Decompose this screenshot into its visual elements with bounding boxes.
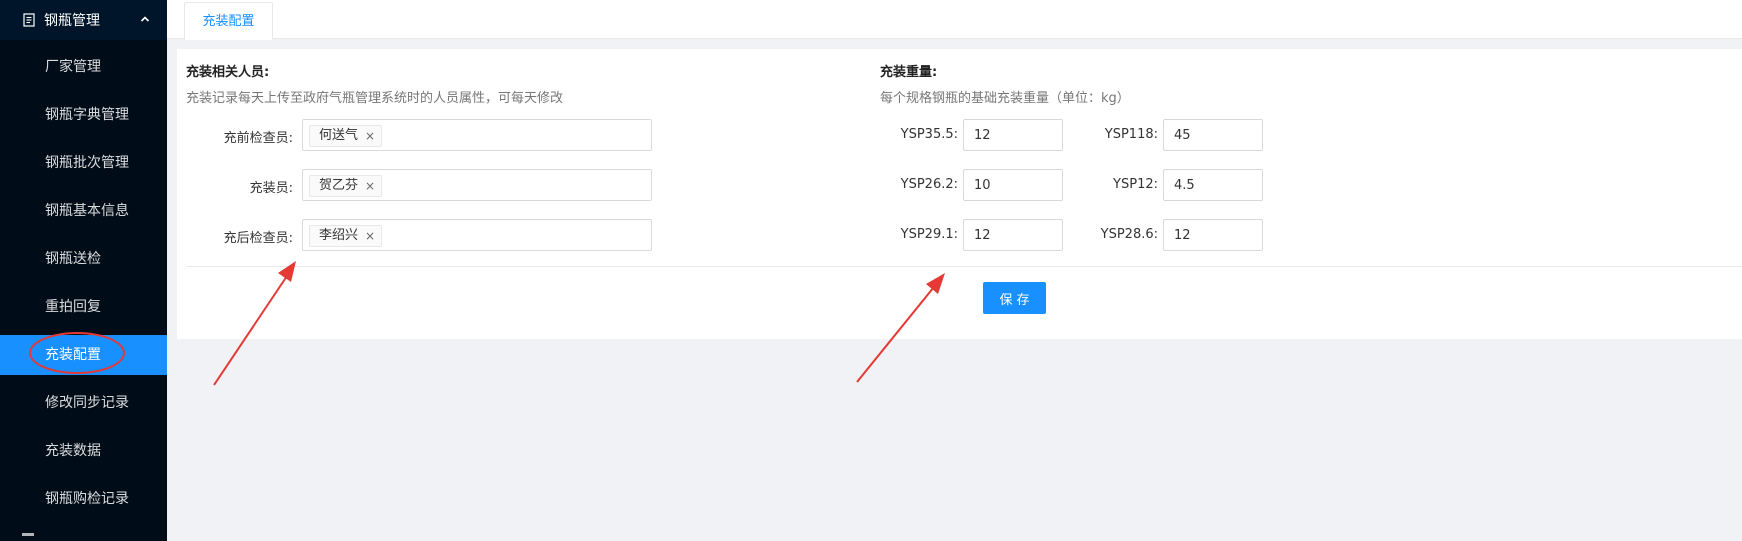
tag-label: 贺乙芬 bbox=[319, 178, 359, 193]
tab-bar: 充装配置 bbox=[167, 0, 1742, 40]
sidebar-section-header[interactable]: 钢瓶管理 bbox=[0, 0, 167, 40]
ysp118-label: YSP118: bbox=[1104, 127, 1158, 142]
post-fill-inspector-select[interactable]: 李绍兴 × bbox=[302, 219, 652, 251]
filler-label: 充装员: bbox=[249, 181, 293, 196]
tag-label: 李绍兴 bbox=[319, 228, 359, 243]
ysp35-5-input[interactable] bbox=[963, 119, 1063, 151]
sidebar-item-manufacturer[interactable]: 厂家管理 bbox=[0, 47, 167, 87]
sidebar-item-filling-data[interactable]: 充装数据 bbox=[0, 431, 167, 471]
sidebar-item-reshoot-reply[interactable]: 重拍回复 bbox=[0, 287, 167, 327]
sidebar-item-filling-config[interactable]: 充装配置 bbox=[0, 332, 167, 375]
post-fill-inspector-label: 充后检查员: bbox=[223, 231, 293, 246]
sidebar-item-cylinder-dictionary[interactable]: 钢瓶字典管理 bbox=[0, 95, 167, 135]
pre-fill-inspector-label: 充前检查员: bbox=[223, 131, 293, 146]
personnel-section-title: 充装相关人员: bbox=[186, 65, 270, 80]
sidebar-next-section-icon bbox=[22, 533, 34, 536]
sidebar-item-cylinder-info[interactable]: 钢瓶基本信息 bbox=[0, 191, 167, 231]
pre-fill-inspector-select[interactable]: 何送气 × bbox=[302, 119, 652, 151]
sidebar-section-title: 钢瓶管理 bbox=[44, 13, 100, 29]
filler-select[interactable]: 贺乙芬 × bbox=[302, 169, 652, 201]
selected-tag: 何送气 × bbox=[309, 125, 383, 147]
weight-section-title: 充装重量: bbox=[880, 65, 938, 80]
remove-tag-icon[interactable]: × bbox=[365, 130, 375, 142]
ysp12-input[interactable] bbox=[1163, 169, 1263, 201]
sidebar-item-sync-records[interactable]: 修改同步记录 bbox=[0, 383, 167, 423]
annotation-circle bbox=[29, 332, 125, 374]
ysp12-label: YSP12: bbox=[1113, 177, 1158, 192]
ysp29-1-input[interactable] bbox=[963, 219, 1063, 251]
ysp26-2-input[interactable] bbox=[963, 169, 1063, 201]
form-divider bbox=[187, 266, 1742, 267]
selected-tag: 李绍兴 × bbox=[309, 225, 383, 247]
remove-tag-icon[interactable]: × bbox=[365, 230, 375, 242]
ysp28-6-input[interactable] bbox=[1163, 219, 1263, 251]
sidebar-submenu: 厂家管理 钢瓶字典管理 钢瓶批次管理 钢瓶基本信息 钢瓶送检 重拍回复 充装配置… bbox=[0, 40, 167, 541]
sidebar-item-cylinder-batch[interactable]: 钢瓶批次管理 bbox=[0, 143, 167, 183]
config-card: 充装相关人员: 充装记录每天上传至政府气瓶管理系统时的人员属性，可每天修改 充前… bbox=[177, 49, 1742, 339]
save-button[interactable]: 保存 bbox=[983, 282, 1046, 314]
remove-tag-icon[interactable]: × bbox=[365, 180, 375, 192]
personnel-section-description: 充装记录每天上传至政府气瓶管理系统时的人员属性，可每天修改 bbox=[186, 91, 564, 106]
tab-filling-config[interactable]: 充装配置 bbox=[184, 2, 273, 40]
sidebar-item-cylinder-inspection[interactable]: 钢瓶送检 bbox=[0, 239, 167, 279]
ysp29-1-label: YSP29.1: bbox=[900, 227, 958, 242]
sidebar: 钢瓶管理 厂家管理 钢瓶字典管理 钢瓶批次管理 钢瓶基本信息 钢瓶送检 重拍回复… bbox=[0, 0, 167, 541]
selected-tag: 贺乙芬 × bbox=[309, 175, 383, 197]
sidebar-item-purchase-inspection[interactable]: 钢瓶购检记录 bbox=[0, 479, 167, 519]
ysp35-5-label: YSP35.5: bbox=[900, 127, 958, 142]
weight-section-description: 每个规格钢瓶的基础充装重量（单位：kg） bbox=[880, 91, 1130, 106]
ysp28-6-label: YSP28.6: bbox=[1100, 227, 1158, 242]
tag-label: 何送气 bbox=[319, 128, 359, 143]
file-list-icon bbox=[23, 13, 35, 27]
chevron-up-icon bbox=[140, 16, 150, 22]
ysp118-input[interactable] bbox=[1163, 119, 1263, 151]
ysp26-2-label: YSP26.2: bbox=[900, 177, 958, 192]
